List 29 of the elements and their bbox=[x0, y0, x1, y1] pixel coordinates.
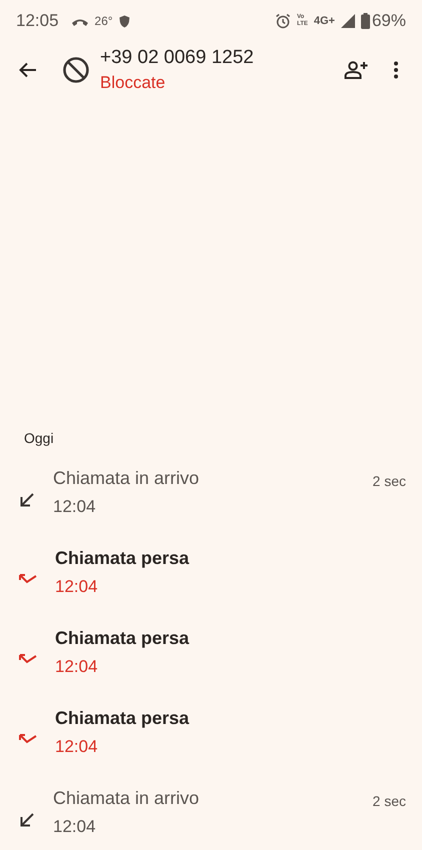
call-type: Chiamata in arrivo bbox=[53, 788, 200, 809]
call-time: 12:04 bbox=[55, 577, 99, 597]
add-person-icon bbox=[344, 60, 368, 80]
call-type: Chiamata in arrivo bbox=[53, 468, 200, 489]
call-time: 12:04 bbox=[53, 817, 97, 837]
call-type: Chiamata persa bbox=[55, 708, 190, 729]
blocked-status: Bloccate bbox=[100, 73, 166, 93]
alarm-icon bbox=[274, 13, 291, 29]
shield-icon bbox=[118, 14, 130, 28]
temperature: 26° bbox=[94, 14, 113, 28]
call-duration: 2 sec bbox=[372, 792, 406, 809]
battery-percent: 69% bbox=[372, 11, 406, 31]
more-icon bbox=[393, 61, 399, 79]
phone-number: +39 02 0069 1252 bbox=[100, 47, 255, 69]
incoming-call-icon bbox=[18, 811, 36, 829]
call-type: Chiamata persa bbox=[55, 548, 190, 569]
section-header: Oggi bbox=[23, 430, 55, 448]
call-time: 12:04 bbox=[55, 737, 99, 757]
status-time: 12:05 bbox=[16, 11, 59, 31]
call-duration: 2 sec bbox=[372, 472, 406, 489]
signal-icon bbox=[340, 14, 355, 28]
call-time: 12:04 bbox=[55, 657, 99, 677]
back-arrow-icon bbox=[18, 60, 38, 80]
incoming-call-icon bbox=[18, 491, 36, 509]
battery-icon bbox=[360, 13, 370, 29]
block-icon bbox=[62, 56, 90, 84]
call-time: 12:04 bbox=[53, 497, 97, 517]
network-type: 4G+ bbox=[314, 15, 335, 27]
call-type: Chiamata persa bbox=[55, 628, 190, 649]
